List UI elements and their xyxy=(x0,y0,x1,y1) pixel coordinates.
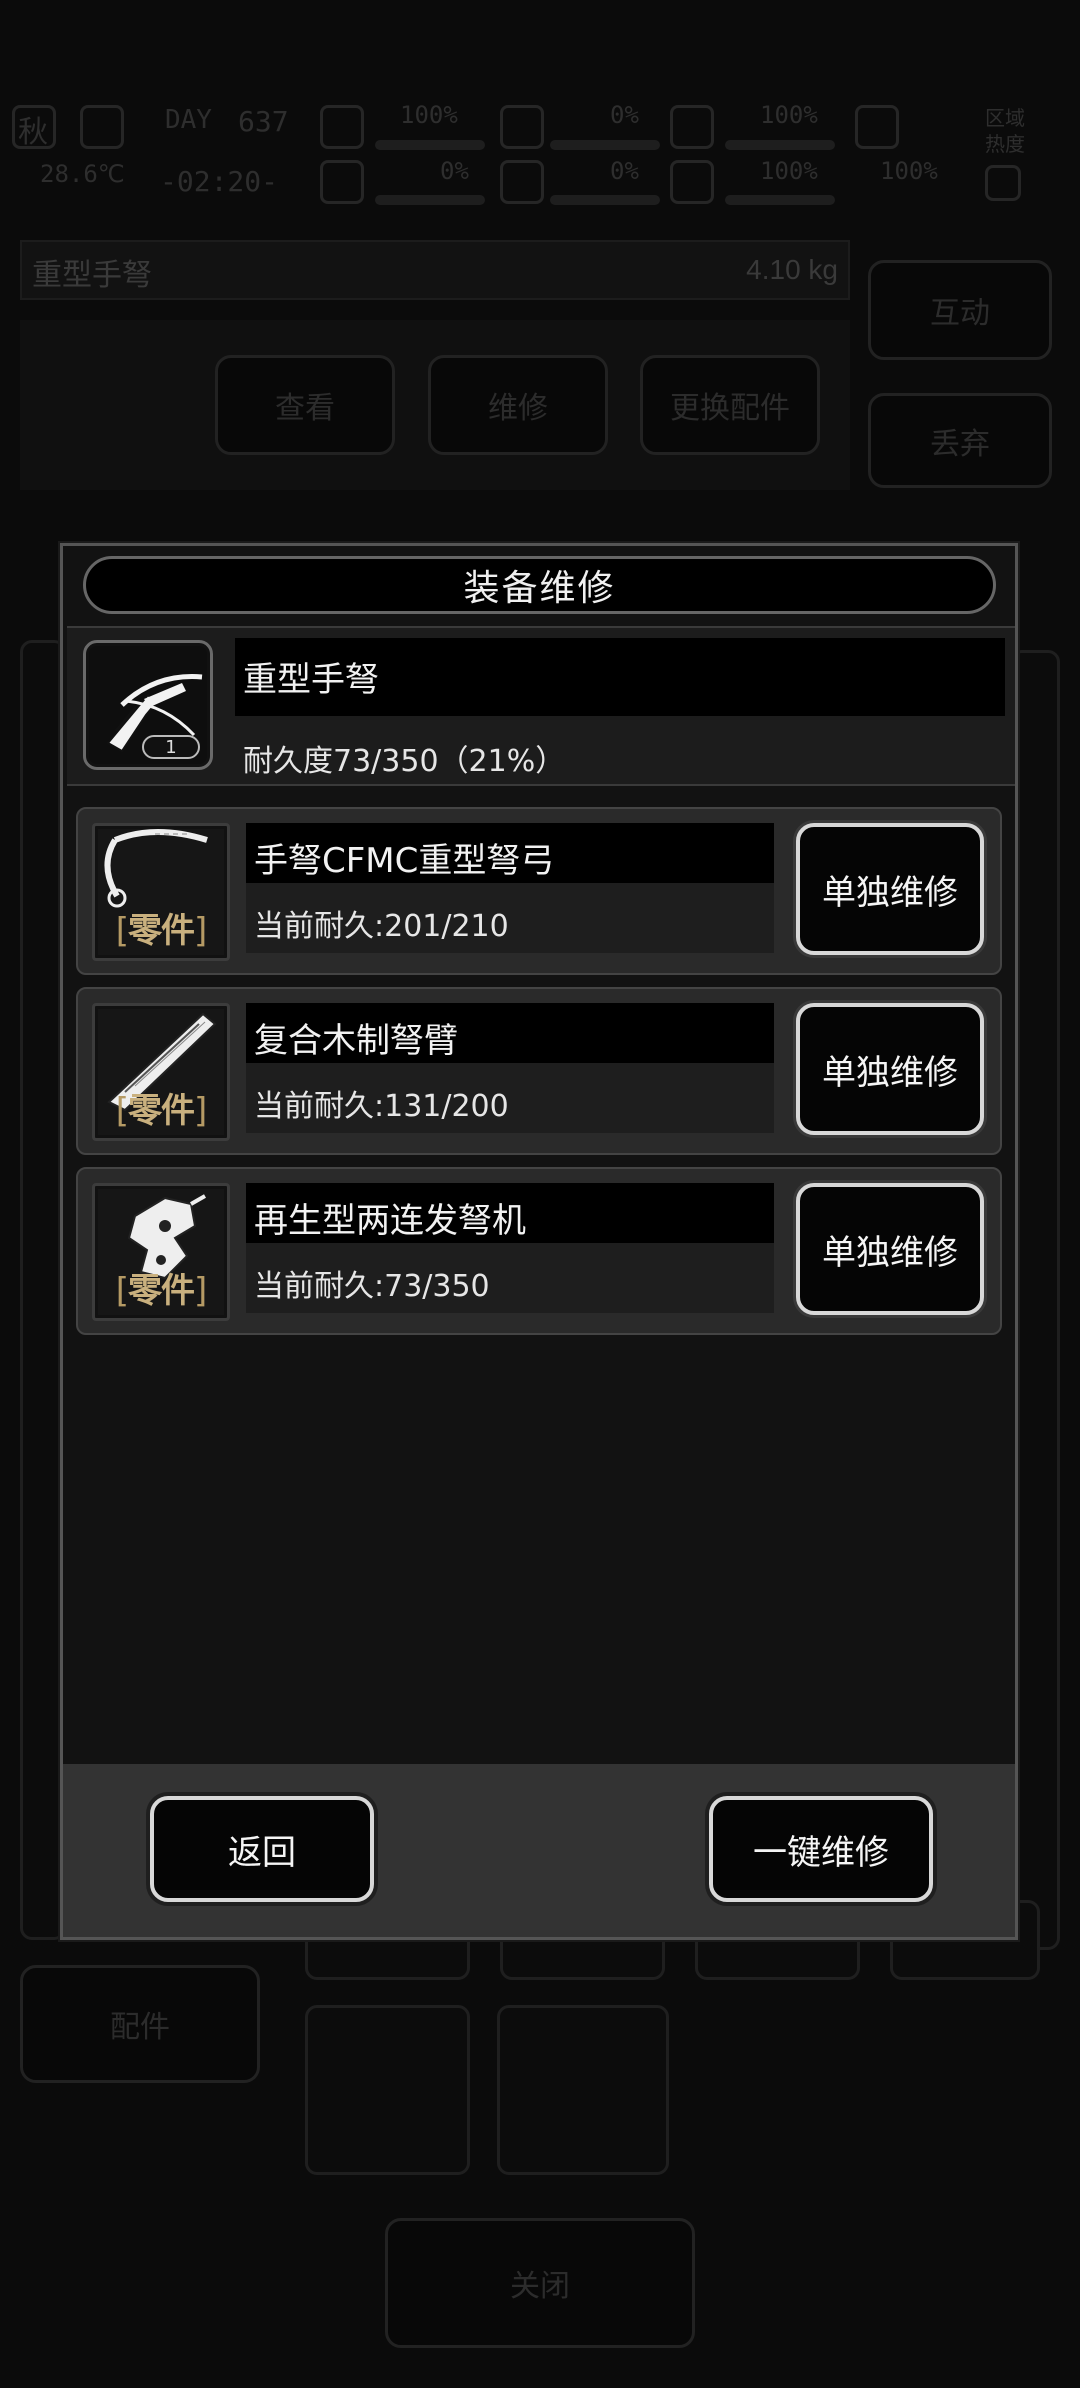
blood-icon xyxy=(500,160,544,204)
zone-heat-label: 区域 热度 xyxy=(985,106,1025,156)
main-item-name: 重型手弩 xyxy=(243,660,379,700)
day-value: 637 xyxy=(238,105,289,138)
sound-icon[interactable] xyxy=(985,165,1021,201)
part-row: [零件] 手弩CFMC重型弩弓 当前耐久:201/210 单独维修 xyxy=(76,807,1002,975)
view-button[interactable]: 查看 xyxy=(215,355,395,455)
hunger-icon xyxy=(500,105,544,149)
main-item-durability: 耐久度73/350（21%） xyxy=(243,744,566,779)
repair-all-button[interactable]: 一键维修 xyxy=(709,1796,933,1902)
health-icon xyxy=(320,105,364,149)
part-row: [零件] 复合木制弩臂 当前耐久:131/200 单独维修 xyxy=(76,987,1002,1155)
season-label: 秋 xyxy=(18,115,48,150)
time-label: -02:20- xyxy=(160,165,279,198)
repair-single-button[interactable]: 单独维修 xyxy=(796,1183,984,1315)
selected-item-name: 重型手弩 xyxy=(32,258,152,293)
stat-7: 100% xyxy=(880,157,938,185)
back-button[interactable]: 返回 xyxy=(150,1796,374,1902)
part-durability: 当前耐久:201/210 xyxy=(254,909,509,944)
parts-tab[interactable]: 配件 xyxy=(20,1965,260,2083)
interact-button[interactable]: 互动 xyxy=(868,260,1052,360)
flask-icon xyxy=(855,105,899,149)
change-parts-button[interactable]: 更换配件 xyxy=(640,355,820,455)
repair-single-button[interactable]: 单独维修 xyxy=(796,1003,984,1135)
stat-bar-5 xyxy=(725,140,835,150)
part-durability: 当前耐久:131/200 xyxy=(254,1089,509,1124)
discard-button[interactable]: 丢弃 xyxy=(868,393,1052,488)
stat-5: 100% xyxy=(760,101,818,129)
crossbow-arm-icon: [零件] xyxy=(92,1003,230,1141)
crossbow-icon: 1 xyxy=(83,640,213,770)
status-hud: 秋 28.6℃ DAY 637 -02:20- 100% 0% 0% 0% 10… xyxy=(0,95,1080,220)
inventory-slot-katana[interactable] xyxy=(305,2005,470,2175)
temperature-label: 28.6℃ xyxy=(40,160,125,188)
part-durability: 当前耐久:73/350 xyxy=(254,1269,490,1304)
weather-icon xyxy=(80,105,124,149)
part-tag: 零件 xyxy=(128,911,195,951)
main-item-name-bar: 重型手弩 xyxy=(235,638,1005,716)
stat-bar-1 xyxy=(375,140,485,150)
dialog-footer: 返回 一键维修 xyxy=(63,1764,1015,1937)
inventory-slot-crossbow[interactable] xyxy=(497,2005,669,2175)
part-row: [零件] 再生型两连发弩机 当前耐久:73/350 单独维修 xyxy=(76,1167,1002,1335)
part-name: 手弩CFMC重型弩弓 xyxy=(254,841,555,881)
close-button[interactable]: 关闭 xyxy=(385,2218,695,2348)
part-name: 复合木制弩臂 xyxy=(254,1021,458,1061)
selected-item-weight: 4.10 kg xyxy=(746,254,838,285)
stat-bar-4 xyxy=(550,195,660,205)
repair-single-button[interactable]: 单独维修 xyxy=(796,823,984,955)
item-count-badge: 1 xyxy=(142,735,200,759)
repair-button[interactable]: 维修 xyxy=(428,355,608,455)
stat-bar-2 xyxy=(375,195,485,205)
selected-item-header: 重型手弩 4.10 kg xyxy=(20,240,850,300)
stat-4: 0% xyxy=(610,157,639,185)
part-name: 再生型两连发弩机 xyxy=(254,1201,526,1241)
part-tag: 零件 xyxy=(128,1271,195,1311)
crossbow-bow-icon: [零件] xyxy=(92,823,230,961)
part-tag: 零件 xyxy=(128,1091,195,1131)
stat-6: 100% xyxy=(760,157,818,185)
stat-1: 100% xyxy=(400,101,458,129)
dialog-title: 装备维修 xyxy=(83,556,996,614)
mood-heart-icon xyxy=(670,160,714,204)
equipment-repair-dialog: 装备维修 1 重型手弩 耐久度73/350（21%） [零件] 手弩CFMC重型… xyxy=(60,543,1018,1940)
day-label: DAY xyxy=(165,105,212,135)
stat-3: 0% xyxy=(610,101,639,129)
stat-bar-3 xyxy=(550,140,660,150)
heart-rate-icon xyxy=(320,160,364,204)
main-item-row: 1 重型手弩 耐久度73/350（21%） xyxy=(67,626,1015,786)
stomach-icon xyxy=(670,105,714,149)
crossbow-mechanism-icon: [零件] xyxy=(92,1183,230,1321)
stat-bar-6 xyxy=(725,195,835,205)
stat-2: 0% xyxy=(440,157,469,185)
